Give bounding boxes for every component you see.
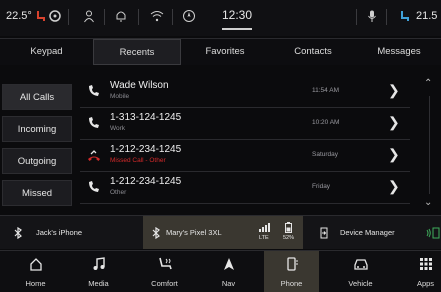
call-time: 11:54 AM — [312, 87, 339, 94]
call-name: Wade Wilson — [110, 80, 169, 91]
tab-favorites[interactable]: Favorites — [181, 39, 269, 65]
scroll-down-icon[interactable]: ⌄ — [424, 197, 432, 208]
bluetooth-icon — [152, 216, 160, 249]
phone-projection-icon[interactable] — [426, 216, 440, 249]
call-time: 10:20 AM — [312, 119, 340, 126]
temperature-left[interactable]: 22.5° — [6, 10, 32, 22]
temperature-right[interactable]: 21.5 — [416, 10, 437, 22]
passenger-seat-icon[interactable] — [398, 9, 412, 23]
call-time: Friday — [312, 183, 331, 190]
device-jacks-iphone[interactable]: Jack's iPhone — [36, 216, 82, 249]
device-manager-icon[interactable] — [320, 216, 329, 249]
incoming-call-icon — [86, 115, 102, 131]
tab-contacts[interactable]: Contacts — [269, 39, 357, 65]
status-divider — [68, 9, 69, 25]
call-row[interactable]: Wade Wilson Mobile 11:54 AM ❯ — [80, 76, 410, 108]
nav-media[interactable]: Media — [71, 251, 126, 292]
status-divider — [386, 9, 387, 25]
call-label: Mobile — [110, 93, 130, 100]
nav-home[interactable]: Home — [8, 251, 63, 292]
status-bar: 22.5° 12:30 21.5 — [0, 0, 441, 36]
call-name: 1-212-234-1245 — [110, 176, 182, 187]
phone-icon — [264, 257, 319, 273]
chevron-right-icon[interactable]: ❯ — [388, 178, 400, 195]
seat-icon — [137, 257, 192, 273]
nav-label: Apps — [416, 279, 435, 288]
call-label: Work — [110, 125, 126, 132]
car-icon — [333, 257, 388, 273]
wifi-icon[interactable] — [150, 9, 164, 23]
nav-comfort[interactable]: Comfort — [137, 251, 192, 292]
device-marys-pixel[interactable]: Mary's Pixel 3XL — [166, 216, 222, 249]
nav-phone[interactable]: Phone — [264, 251, 319, 292]
scrollbar[interactable] — [429, 96, 430, 194]
device-manager-button[interactable]: Device Manager — [340, 216, 395, 249]
home-icon — [8, 257, 63, 273]
bluetooth-icon — [14, 216, 22, 249]
call-label: Other — [110, 189, 127, 196]
filter-incoming[interactable]: Incoming — [2, 116, 72, 142]
nav-label: Phone — [280, 279, 303, 288]
filter-all-calls[interactable]: All Calls — [2, 84, 72, 110]
filter-outgoing[interactable]: Outgoing — [2, 148, 72, 174]
bottom-nav: Home Media Comfort Nav Phone Vehicle App… — [0, 250, 441, 292]
call-name: 1-313-124-1245 — [110, 112, 182, 123]
device-bar: Jack's iPhone Mary's Pixel 3XL LTE 52% D… — [0, 215, 441, 249]
tab-messages[interactable]: Messages — [357, 39, 441, 65]
missed-call-icon — [86, 147, 102, 163]
chevron-right-icon[interactable]: ❯ — [388, 114, 400, 131]
driver-profile-icon[interactable] — [82, 9, 96, 23]
clock: 12:30 — [222, 8, 253, 22]
music-note-icon — [71, 257, 126, 273]
call-name: 1-212-234-1245 — [110, 144, 182, 155]
apps-grid-icon — [398, 257, 441, 273]
nav-label: Media — [88, 279, 109, 288]
nav-label: Home — [25, 279, 46, 288]
call-row[interactable]: 1-212-234-1245 Missed Call - Other Satur… — [80, 140, 410, 172]
scroll-up-icon[interactable]: ⌃ — [424, 78, 432, 89]
call-row[interactable]: 1-212-234-1245 Other Friday ❯ — [80, 172, 410, 204]
call-label: Missed Call - Other — [110, 157, 166, 164]
compass-icon[interactable] — [182, 9, 196, 23]
status-divider — [104, 9, 105, 25]
notification-bell-icon[interactable] — [114, 9, 128, 23]
nav-apps[interactable]: Apps — [398, 251, 441, 292]
seat-heat-icon[interactable] — [34, 9, 48, 23]
call-row[interactable]: 1-313-124-1245 Work 10:20 AM ❯ — [80, 108, 410, 140]
chevron-right-icon[interactable]: ❯ — [388, 82, 400, 99]
nav-label: Vehicle — [348, 279, 373, 288]
navigation-arrow-icon — [201, 257, 256, 273]
clock-underline — [222, 28, 252, 30]
phone-tabs: Keypad Recents Favorites Contacts Messag… — [0, 38, 441, 65]
tab-recents[interactable]: Recents — [93, 39, 181, 65]
status-divider — [356, 9, 357, 25]
incoming-call-icon — [86, 83, 102, 99]
filter-missed[interactable]: Missed — [2, 180, 72, 206]
tab-keypad[interactable]: Keypad — [0, 39, 93, 65]
status-divider — [172, 9, 173, 25]
incoming-call-icon — [86, 179, 102, 195]
microphone-icon[interactable] — [365, 9, 379, 23]
nav-label: Nav — [221, 279, 236, 288]
nav-label: Comfort — [151, 279, 178, 288]
phone-screen: 22.5° 12:30 21.5 Keypad Recents Favorite… — [0, 0, 441, 292]
chevron-right-icon[interactable]: ❯ — [388, 146, 400, 163]
steering-heat-icon[interactable] — [48, 9, 62, 23]
status-divider — [138, 9, 139, 25]
nav-navigation[interactable]: Nav — [201, 251, 256, 292]
call-time: Saturday — [312, 151, 339, 158]
nav-vehicle[interactable]: Vehicle — [333, 251, 388, 292]
